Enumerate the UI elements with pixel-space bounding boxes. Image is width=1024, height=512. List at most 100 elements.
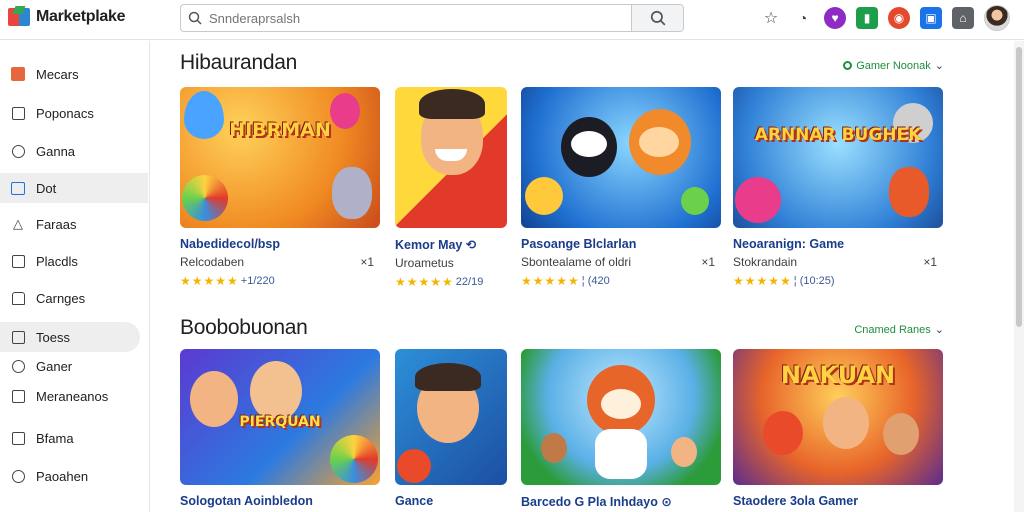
sidebar-item-label: Placdls <box>36 253 78 269</box>
sidebar-item-dot[interactable]: Dot <box>0 173 148 203</box>
bookmark-star-icon[interactable]: ☆ <box>760 7 782 29</box>
scrollbar[interactable] <box>1014 41 1024 512</box>
game-card[interactable]: Pasoange Blclarlan Sbontealame of oldri … <box>521 87 721 288</box>
card-subtitle: Relcodaben ×1 <box>180 255 374 269</box>
sidebar-item-faraas[interactable]: △ Faraas <box>0 209 148 239</box>
window-icon <box>10 329 26 345</box>
game-logo-text: ARNNAR BUGHEK <box>754 125 922 145</box>
sidebar-item-label: Bfama <box>36 430 74 446</box>
card-title: Staodere 3ola Gamer <box>733 494 859 508</box>
card-title: Kemor May ⟲ <box>395 238 477 252</box>
chevron-down-icon: ⌄ <box>934 60 944 72</box>
sidebar-item-carnges[interactable]: Carnges <box>0 283 148 313</box>
card-rating: ★★★★★ +1/220 <box>180 274 275 288</box>
star-rating-icon: ★★★★★ <box>733 274 792 288</box>
sidebar-item-ganna[interactable]: Ganna <box>0 136 148 166</box>
avatar[interactable] <box>984 5 1010 31</box>
game-thumbnail <box>395 87 507 228</box>
chat-icon <box>10 143 26 159</box>
card-title: Barcedo G Pla Inhdayo ⊙ <box>521 495 672 509</box>
game-logo-text: PIERQUAN <box>239 414 321 430</box>
circle-icon <box>10 358 26 374</box>
green-app-icon[interactable]: ▮ <box>856 7 878 29</box>
section-more-link[interactable]: Cnamed Ranes ⌄ <box>854 323 944 337</box>
status-check-icon[interactable]: ◔ <box>792 7 814 29</box>
card-subtitle: Sbontealame of oldri ×1 <box>521 255 715 269</box>
brand[interactable]: Marketplake <box>8 6 126 28</box>
tag-icon: △ <box>13 216 23 231</box>
folder-icon <box>10 180 26 196</box>
game-thumbnail <box>395 349 507 485</box>
sidebar-item-label: Carnges <box>36 290 86 306</box>
card-subtitle: Stokrandain ×1 <box>733 255 937 269</box>
card-rating: ★★★★★ ¦ (10:25) <box>733 274 835 288</box>
search-input[interactable] <box>209 5 631 31</box>
chevron-down-icon: ⌄ <box>934 324 944 336</box>
marketplace-logo-icon <box>8 6 30 28</box>
notification-app-icon[interactable]: ◉ <box>888 7 910 29</box>
sidebar-item-label: Paoahen <box>36 468 89 484</box>
game-logo-text: HIBRMAN <box>229 119 331 141</box>
scrollbar-thumb[interactable] <box>1016 47 1022 327</box>
section-title: Boobobuonan <box>180 316 308 339</box>
game-logo-text: NAKUAN <box>780 361 896 389</box>
gamepad-icon[interactable]: ⌂ <box>952 7 974 29</box>
sidebar-item-paoahen[interactable]: Paoahen <box>0 461 148 491</box>
heart-app-icon[interactable]: ♥ <box>824 7 846 29</box>
game-card[interactable]: NAKUAN Staodere 3ola Gamer <box>733 349 943 508</box>
card-rating: ★★★★★ 22/19 <box>395 275 484 289</box>
game-card[interactable]: HIBRMAN Nabedidecol/bsp Relcodaben ×1 ★★… <box>180 87 380 288</box>
search-bar <box>180 4 684 32</box>
sidebar-item-toess[interactable]: Toess <box>0 322 140 352</box>
game-thumbnail <box>521 349 721 485</box>
main-content: Hibaurandan Gamer Noonak ⌄ HIBRMAN Nabed… <box>150 41 1014 512</box>
sidebar-item-mecars[interactable]: Mecars <box>0 59 148 89</box>
search-icon <box>181 5 209 31</box>
sidebar-item-placdls[interactable]: Placdls <box>0 246 148 276</box>
search-button[interactable] <box>631 5 683 31</box>
game-card[interactable]: PIERQUAN Sologotan Aoinbledon <box>180 349 380 508</box>
sidebar-item-poponacs[interactable]: Poponacs <box>0 98 148 128</box>
game-card[interactable]: ARNNAR BUGHEK Neoaranign: Game Stokranda… <box>733 87 943 288</box>
section-title: Hibaurandan <box>180 51 297 74</box>
card-title: Neoaranign: Game <box>733 237 845 251</box>
game-thumbnail: HIBRMAN <box>180 87 380 228</box>
sidebar-item-label: Poponacs <box>36 105 94 121</box>
card-count: ×1 <box>701 255 715 269</box>
game-thumbnail: NAKUAN <box>733 349 943 485</box>
toolbar-icons: ☆ ◔ ♥ ▮ ◉ ▣ ⌂ <box>760 5 1010 31</box>
list-icon <box>10 388 26 404</box>
sidebar-item-label: Toess <box>36 329 70 345</box>
game-card[interactable]: Gance <box>395 349 507 508</box>
card-count: ×1 <box>360 255 374 269</box>
sidebar: Mecars Poponacs Ganna Dot △ Faraas Placd… <box>0 41 150 512</box>
blue-app-icon[interactable]: ▣ <box>920 7 942 29</box>
store-icon <box>10 66 26 82</box>
card-title: Nabedidecol/bsp <box>180 237 281 251</box>
sidebar-item-label: Ganer <box>36 358 73 374</box>
card-title: Gance <box>395 494 434 508</box>
card-rating: ★★★★★ ¦ (420 <box>521 274 610 288</box>
game-thumbnail <box>521 87 721 228</box>
card-count: ×1 <box>923 255 937 269</box>
game-card[interactable]: Barcedo G Pla Inhdayo ⊙ <box>521 349 721 509</box>
app-name: Marketplake <box>36 8 126 25</box>
status-dot-icon <box>843 61 853 70</box>
sidebar-item-ganer[interactable]: Ganer <box>0 351 148 381</box>
star-rating-icon: ★★★★★ <box>521 274 580 288</box>
card-title: Sologotan Aoinbledon <box>180 494 313 508</box>
document-icon <box>10 105 26 121</box>
sidebar-item-bfama[interactable]: Bfama <box>0 423 148 453</box>
game-card[interactable]: Kemor May ⟲ Uroametus ★★★★★ 22/19 <box>395 87 507 289</box>
top-bar: Marketplake ☆ ◔ ♥ ▮ ◉ ▣ ⌂ <box>0 0 1024 40</box>
sidebar-item-label: Faraas <box>36 216 77 232</box>
sidebar-item-meraneanos[interactable]: Meraneanos <box>0 381 148 411</box>
person-icon <box>10 468 26 484</box>
star-rating-icon: ★★★★★ <box>180 274 239 288</box>
sidebar-item-label: Meraneanos <box>36 388 109 404</box>
sidebar-item-label: Mecars <box>36 66 79 82</box>
image-icon <box>10 253 26 269</box>
section-more-link[interactable]: Gamer Noonak ⌄ <box>843 59 944 72</box>
card-subtitle: Uroametus <box>395 256 454 270</box>
sidebar-item-label: Ganna <box>36 143 76 159</box>
